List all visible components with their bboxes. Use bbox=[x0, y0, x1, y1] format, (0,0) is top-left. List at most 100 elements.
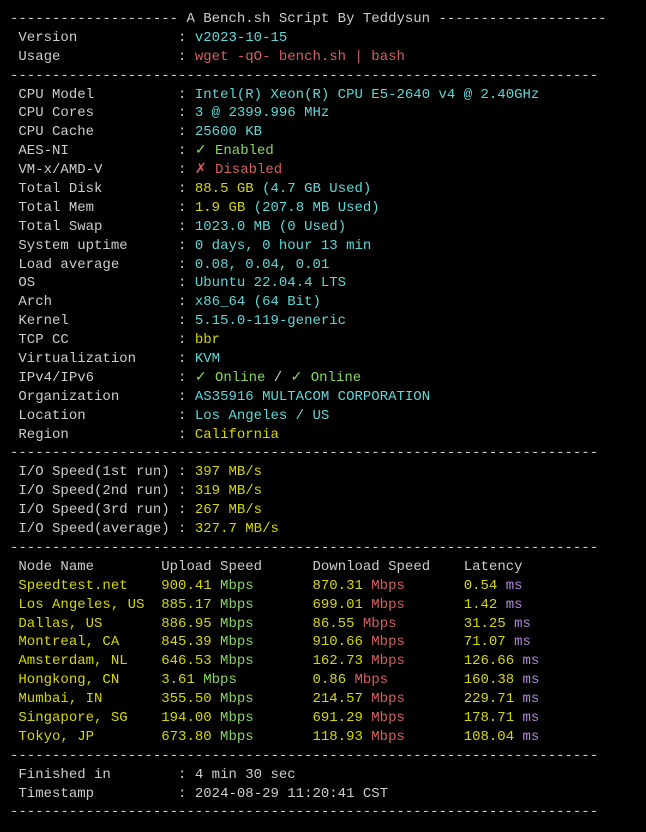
download-unit: Mbps bbox=[363, 616, 397, 632]
speedtest-row: Amsterdam, NL 646.53 Mbps 162.73 Mbps 12… bbox=[10, 652, 636, 671]
region-row: Region : California bbox=[10, 426, 636, 445]
cpu-cache-value: 25600 KB bbox=[195, 124, 262, 140]
aesni-value: ✓ Enabled bbox=[195, 143, 274, 159]
download-value: 699.01 bbox=[312, 597, 371, 613]
col-upload: Upload Speed bbox=[161, 559, 262, 575]
os-row: OS : Ubuntu 22.04.4 LTS bbox=[10, 274, 636, 293]
upload-value: 3.61 bbox=[161, 672, 203, 688]
org-row: Organization : AS35916 MULTACOM CORPORAT… bbox=[10, 388, 636, 407]
upload-unit: Mbps bbox=[220, 710, 254, 726]
swap-used: (0 Used) bbox=[279, 219, 346, 235]
swap-row: Total Swap : 1023.0 MB (0 Used) bbox=[10, 218, 636, 237]
node-name: Tokyo, JP bbox=[18, 729, 152, 745]
speedtest-row: Dallas, US 886.95 Mbps 86.55 Mbps 31.25 … bbox=[10, 615, 636, 634]
tcp-value: bbr bbox=[195, 332, 220, 348]
download-unit: Mbps bbox=[371, 729, 405, 745]
upload-value: 673.80 bbox=[161, 729, 220, 745]
timestamp-row: Timestamp : 2024-08-29 11:20:41 CST bbox=[10, 785, 636, 804]
version-row: Version : v2023-10-15 bbox=[10, 29, 636, 48]
download-value: 870.31 bbox=[312, 578, 371, 594]
latency-unit: ms bbox=[523, 653, 540, 669]
upload-value: 646.53 bbox=[161, 653, 220, 669]
version-label: Version bbox=[18, 30, 178, 46]
usage-value: wget -qO- bench.sh | bash bbox=[195, 49, 405, 65]
os-value: Ubuntu 22.04.4 LTS bbox=[195, 275, 346, 291]
divider: ----------------------------------------… bbox=[10, 444, 636, 463]
aesni-row: AES-NI : ✓ Enabled bbox=[10, 142, 636, 161]
download-unit: Mbps bbox=[371, 578, 405, 594]
speedtest-row: Hongkong, CN 3.61 Mbps 0.86 Mbps 160.38 … bbox=[10, 671, 636, 690]
speedtest-row: Montreal, CA 845.39 Mbps 910.66 Mbps 71.… bbox=[10, 633, 636, 652]
upload-unit: Mbps bbox=[220, 634, 254, 650]
download-value: 162.73 bbox=[312, 653, 371, 669]
latency-value: 1.42 bbox=[464, 597, 506, 613]
latency-unit: ms bbox=[523, 691, 540, 707]
virt-value: KVM bbox=[195, 351, 220, 367]
latency-value: 126.66 bbox=[464, 653, 523, 669]
cpu-cores-row: CPU Cores : 3 @ 2399.996 MHz bbox=[10, 104, 636, 123]
mem-value: 1.9 GB bbox=[195, 200, 245, 216]
uptime-value: 0 days, 0 hour 13 min bbox=[195, 238, 371, 254]
upload-unit: Mbps bbox=[220, 616, 254, 632]
io2-row: I/O Speed(2nd run) : 319 MB/s bbox=[10, 482, 636, 501]
speedtest-row: Tokyo, JP 673.80 Mbps 118.93 Mbps 108.04… bbox=[10, 728, 636, 747]
download-unit: Mbps bbox=[371, 691, 405, 707]
arch-row: Arch : x86_64 (64 Bit) bbox=[10, 293, 636, 312]
divider: ----------------------------------------… bbox=[10, 67, 636, 86]
latency-value: 31.25 bbox=[464, 616, 514, 632]
mem-used: (207.8 MB Used) bbox=[254, 200, 380, 216]
node-name: Mumbai, IN bbox=[18, 691, 152, 707]
mem-row: Total Mem : 1.9 GB (207.8 MB Used) bbox=[10, 199, 636, 218]
region-value: California bbox=[195, 427, 279, 443]
timestamp-value: 2024-08-29 11:20:41 CST bbox=[195, 786, 388, 802]
download-unit: Mbps bbox=[371, 597, 405, 613]
upload-value: 900.41 bbox=[161, 578, 220, 594]
io2-value: 319 MB/s bbox=[195, 483, 262, 499]
download-value: 118.93 bbox=[312, 729, 371, 745]
cpu-model-row: CPU Model : Intel(R) Xeon(R) CPU E5-2640… bbox=[10, 86, 636, 105]
download-unit: Mbps bbox=[355, 672, 389, 688]
io1-row: I/O Speed(1st run) : 397 MB/s bbox=[10, 463, 636, 482]
cpu-cores-value: 3 @ 2399.996 MHz bbox=[195, 105, 329, 121]
org-value: AS35916 MULTACOM CORPORATION bbox=[195, 389, 430, 405]
latency-unit: ms bbox=[506, 578, 523, 594]
script-title: A Bench.sh Script By Teddysun bbox=[186, 11, 430, 27]
usage-row: Usage : wget -qO- bench.sh | bash bbox=[10, 48, 636, 67]
disk-value: 88.5 GB bbox=[195, 181, 254, 197]
upload-unit: Mbps bbox=[220, 729, 254, 745]
latency-value: 0.54 bbox=[464, 578, 506, 594]
node-name: Hongkong, CN bbox=[18, 672, 152, 688]
tcp-row: TCP CC : bbr bbox=[10, 331, 636, 350]
finished-row: Finished in : 4 min 30 sec bbox=[10, 766, 636, 785]
latency-value: 229.71 bbox=[464, 691, 523, 707]
latency-unit: ms bbox=[514, 616, 531, 632]
terminal-output: -------------------- A Bench.sh Script B… bbox=[10, 10, 636, 822]
swap-value: 1023.0 MB bbox=[195, 219, 271, 235]
kernel-value: 5.15.0-119-generic bbox=[195, 313, 346, 329]
upload-unit: Mbps bbox=[220, 653, 254, 669]
version-value: v2023-10-15 bbox=[195, 30, 287, 46]
latency-unit: ms bbox=[506, 597, 523, 613]
node-name: Dallas, US bbox=[18, 616, 152, 632]
download-value: 910.66 bbox=[312, 634, 371, 650]
upload-unit: Mbps bbox=[203, 672, 237, 688]
speedtest-row: Mumbai, IN 355.50 Mbps 214.57 Mbps 229.7… bbox=[10, 690, 636, 709]
node-name: Montreal, CA bbox=[18, 634, 152, 650]
ipv-row: IPv4/IPv6 : ✓ Online / ✓ Online bbox=[10, 369, 636, 388]
latency-unit: ms bbox=[523, 729, 540, 745]
node-name: Speedtest.net bbox=[18, 578, 152, 594]
speedtest-row: Speedtest.net 900.41 Mbps 870.31 Mbps 0.… bbox=[10, 577, 636, 596]
upload-unit: Mbps bbox=[220, 578, 254, 594]
virt-row: Virtualization : KVM bbox=[10, 350, 636, 369]
latency-value: 160.38 bbox=[464, 672, 523, 688]
upload-value: 886.95 bbox=[161, 616, 220, 632]
io3-row: I/O Speed(3rd run) : 267 MB/s bbox=[10, 501, 636, 520]
divider: ----------------------------------------… bbox=[10, 747, 636, 766]
latency-value: 178.71 bbox=[464, 710, 523, 726]
usage-label: Usage bbox=[18, 49, 178, 65]
download-unit: Mbps bbox=[371, 653, 405, 669]
loc-row: Location : Los Angeles / US bbox=[10, 407, 636, 426]
latency-unit: ms bbox=[523, 672, 540, 688]
uptime-row: System uptime : 0 days, 0 hour 13 min bbox=[10, 237, 636, 256]
download-unit: Mbps bbox=[371, 710, 405, 726]
